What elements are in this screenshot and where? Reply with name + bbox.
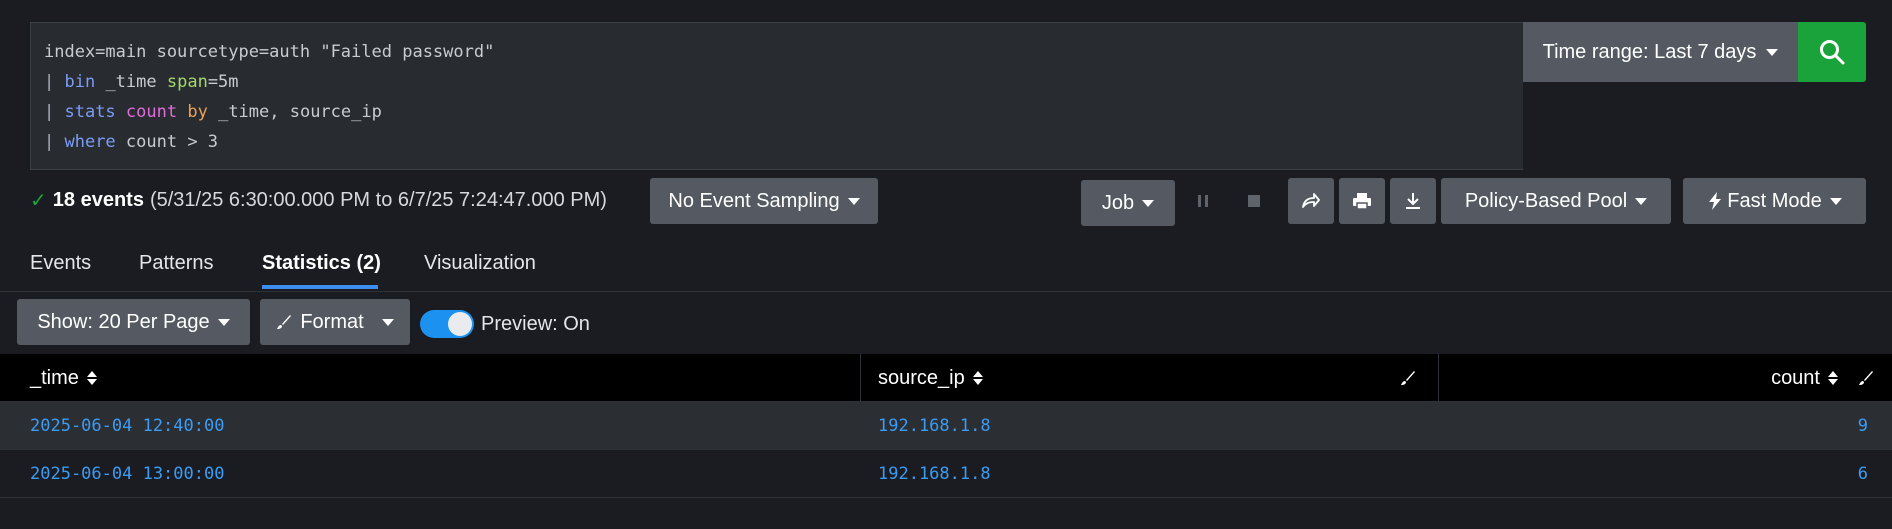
chevron-down-icon xyxy=(217,318,230,326)
table-header: _time source_ip count xyxy=(0,354,1892,402)
format-column-button[interactable] xyxy=(1858,354,1874,402)
keyword-token: by xyxy=(187,102,208,122)
cell-source-ip[interactable]: 192.168.1.8 xyxy=(878,402,991,450)
sort-icon xyxy=(972,371,983,385)
search-line-4: | where count > 3 xyxy=(44,127,1523,157)
column-header-count[interactable]: count xyxy=(1771,354,1838,402)
brush-icon xyxy=(277,315,292,329)
pipe-token: | xyxy=(44,102,65,122)
job-status: ✓ 18 events (5/31/25 6:30:00.000 PM to 6… xyxy=(30,188,607,213)
tab-events[interactable]: Events xyxy=(30,252,91,275)
column-divider[interactable] xyxy=(860,354,861,402)
column-header-source-ip[interactable]: source_ip xyxy=(878,354,983,402)
cell-count[interactable]: 9 xyxy=(1858,402,1868,450)
command-token: stats xyxy=(64,102,116,122)
tab-patterns[interactable]: Patterns xyxy=(139,252,213,275)
search-line-3: | stats count by _time, source_ip xyxy=(44,97,1523,127)
table-row[interactable]: 2025-06-04 13:00:00 192.168.1.8 6 xyxy=(0,450,1892,498)
active-tab-indicator xyxy=(262,285,378,289)
query-token xyxy=(116,102,126,122)
preview-toggle[interactable] xyxy=(420,310,474,338)
query-token: index=main sourcetype=auth "Failed passw… xyxy=(44,42,495,62)
sampling-label: No Event Sampling xyxy=(668,189,840,212)
column-label: source_ip xyxy=(878,366,965,389)
brush-icon xyxy=(1401,371,1415,385)
tab-statistics[interactable]: Statistics (2) xyxy=(262,252,381,275)
brush-icon xyxy=(1859,371,1873,385)
search-button[interactable] xyxy=(1798,22,1866,82)
print-icon xyxy=(1353,193,1371,210)
time-range-picker[interactable]: Time range: Last 7 days xyxy=(1523,22,1798,82)
mode-label: Fast Mode xyxy=(1727,189,1822,212)
stop-icon xyxy=(1248,195,1260,207)
search-mode-dropdown[interactable]: Fast Mode xyxy=(1683,178,1866,224)
cell-count[interactable]: 6 xyxy=(1858,450,1868,498)
query-token: =5m xyxy=(207,72,239,92)
format-label: Format xyxy=(300,310,364,333)
toggle-knob xyxy=(448,312,472,336)
stop-button[interactable] xyxy=(1231,178,1277,224)
results-table: _time source_ip count 2025-06-04 12:40:0… xyxy=(0,354,1892,498)
job-label: Job xyxy=(1101,191,1135,214)
checkmark-icon: ✓ xyxy=(30,190,47,212)
preview-label: Preview: On xyxy=(481,313,590,335)
table-row[interactable]: 2025-06-04 12:40:00 192.168.1.8 9 xyxy=(0,402,1892,450)
function-token: count xyxy=(125,102,178,122)
sort-icon xyxy=(1828,371,1838,385)
page-size-dropdown[interactable]: Show: 20 Per Page xyxy=(17,299,250,345)
cell-source-ip[interactable]: 192.168.1.8 xyxy=(878,450,991,498)
argument-token: span xyxy=(166,72,208,92)
pause-button[interactable] xyxy=(1180,178,1226,224)
pipe-token: | xyxy=(44,72,65,92)
search-query-editor[interactable]: index=main sourcetype=auth "Failed passw… xyxy=(30,22,1523,170)
column-header-time[interactable]: _time xyxy=(30,354,97,402)
command-token: bin xyxy=(64,72,96,92)
search-line-1: index=main sourcetype=auth "Failed passw… xyxy=(44,37,1523,67)
column-label: _time xyxy=(30,366,79,389)
time-range-label: Time range: Last 7 days xyxy=(1542,40,1757,63)
query-token xyxy=(177,102,187,122)
event-count: 18 events xyxy=(52,189,144,211)
pause-icon xyxy=(1198,195,1208,207)
workload-pool-dropdown[interactable]: Policy-Based Pool xyxy=(1441,178,1671,224)
lightning-icon xyxy=(1709,192,1722,210)
export-button[interactable] xyxy=(1390,178,1436,224)
chevron-down-icon xyxy=(1635,197,1648,205)
event-time-range: (5/31/25 6:30:00.000 PM to 6/7/25 7:24:4… xyxy=(149,189,607,211)
sort-icon xyxy=(86,371,97,385)
page-size-label: Show: 20 Per Page xyxy=(37,310,210,333)
chevron-down-icon xyxy=(847,197,860,205)
chevron-down-icon xyxy=(1829,197,1842,205)
chevron-down-icon xyxy=(1766,48,1779,56)
query-token: _time xyxy=(95,72,167,92)
event-sampling-dropdown[interactable]: No Event Sampling xyxy=(650,178,878,224)
job-menu-button[interactable]: Job xyxy=(1081,180,1175,226)
pool-label: Policy-Based Pool xyxy=(1464,189,1628,212)
cell-time[interactable]: 2025-06-04 13:00:00 xyxy=(30,450,224,498)
query-token: _time, source_ip xyxy=(207,102,382,122)
column-label: count xyxy=(1771,366,1820,389)
share-button[interactable] xyxy=(1288,178,1334,224)
tab-visualization[interactable]: Visualization xyxy=(424,252,536,275)
format-column-button[interactable] xyxy=(1400,354,1416,402)
download-icon xyxy=(1406,193,1420,209)
pipe-token: | xyxy=(44,132,65,152)
column-divider[interactable] xyxy=(1438,354,1439,402)
search-icon xyxy=(1820,40,1845,65)
print-button[interactable] xyxy=(1339,178,1385,224)
format-dropdown[interactable]: Format xyxy=(260,299,410,345)
cell-time[interactable]: 2025-06-04 12:40:00 xyxy=(30,402,224,450)
query-token: count > 3 xyxy=(115,132,219,152)
chevron-down-icon xyxy=(1142,199,1155,207)
search-line-2: | bin _time span=5m xyxy=(44,67,1523,97)
command-token: where xyxy=(64,132,116,152)
share-icon xyxy=(1302,193,1320,208)
chevron-down-icon xyxy=(381,318,394,326)
